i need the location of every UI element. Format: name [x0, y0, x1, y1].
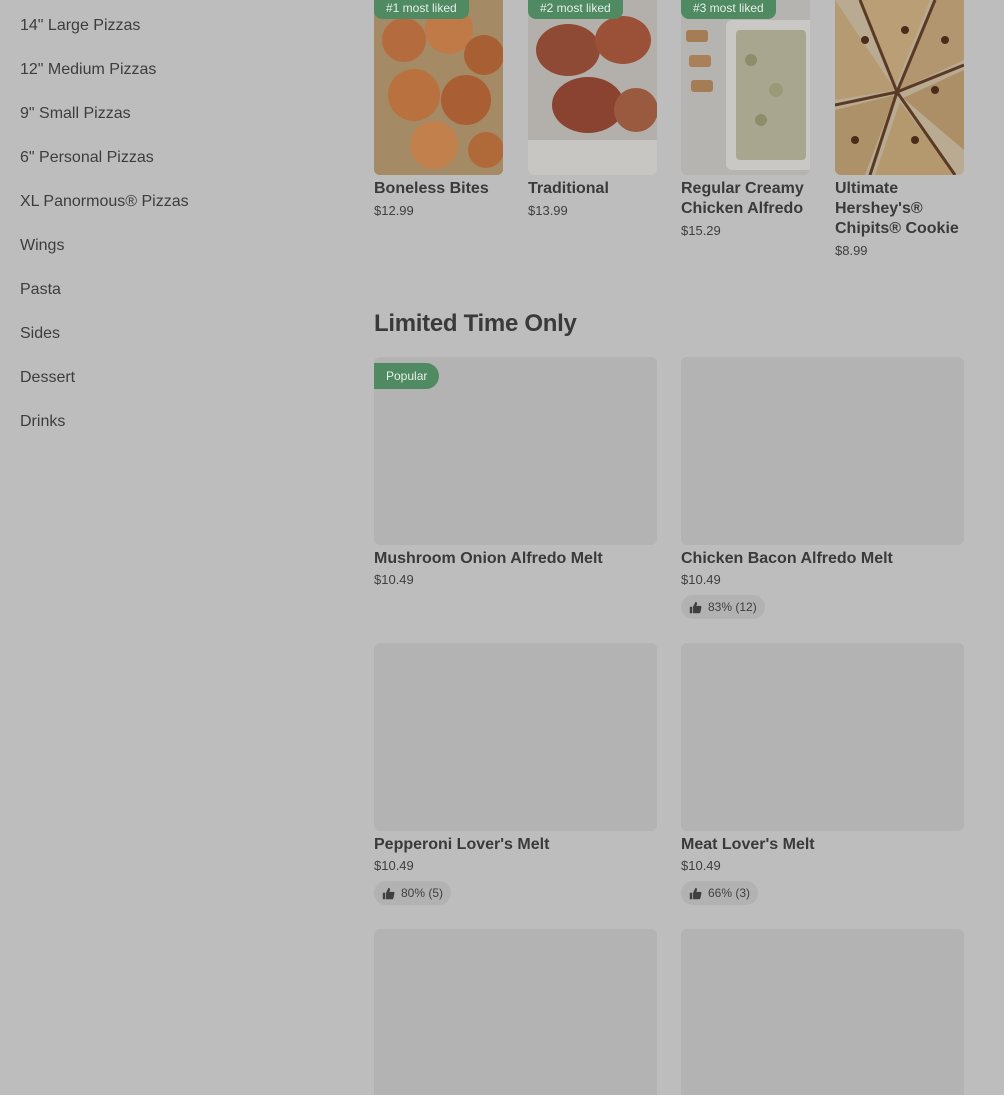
- product-card[interactable]: Popular Mushroom Onion Alfredo Melt $10.…: [374, 357, 657, 587]
- product-price: $10.49: [681, 858, 721, 873]
- sidebar-item-panormous-pizzas[interactable]: XL Panormous® Pizzas: [20, 190, 320, 234]
- product-card[interactable]: [681, 929, 964, 1095]
- most-liked-badge: #3 most liked: [681, 0, 776, 19]
- most-liked-card[interactable]: #2 most liked Traditional $13.99: [528, 0, 657, 218]
- item-name[interactable]: Boneless Bites: [374, 179, 503, 199]
- chipits-cookie-image[interactable]: [835, 0, 964, 175]
- sidebar-item-dessert[interactable]: Dessert: [20, 366, 320, 410]
- most-liked-card[interactable]: #1 most liked Boneless Bites $12.99: [374, 0, 503, 218]
- most-liked-card[interactable]: #3 most liked Regular Creamy Chicken Alf…: [681, 0, 810, 238]
- product-image[interactable]: [681, 929, 964, 1095]
- chicken-alfredo-image[interactable]: #3 most liked: [681, 0, 810, 175]
- item-price: $8.99: [835, 243, 868, 258]
- popular-badge: Popular: [374, 363, 440, 389]
- sidebar-item-large-pizzas[interactable]: 14" Large Pizzas: [20, 14, 320, 58]
- rating-badge: 66% (3): [681, 881, 759, 905]
- item-price: $15.29: [681, 223, 721, 238]
- product-name[interactable]: Pepperoni Lover's Melt: [374, 834, 657, 856]
- product-image[interactable]: [374, 643, 657, 831]
- product-card[interactable]: Meat Lover's Melt $10.49 66% (3): [681, 643, 964, 905]
- product-card[interactable]: [374, 929, 657, 1095]
- product-image[interactable]: [374, 929, 657, 1095]
- product-image[interactable]: Popular: [374, 357, 657, 545]
- traditional-wings-image[interactable]: #2 most liked: [528, 0, 657, 175]
- sidebar-item-small-pizzas[interactable]: 9" Small Pizzas: [20, 102, 320, 146]
- rating-text: 83% (12): [708, 600, 757, 614]
- item-name[interactable]: Ultimate Hershey's® Chipits® Cookie: [835, 179, 964, 239]
- thumbs-up-icon: [689, 601, 702, 614]
- thumbs-up-icon: [689, 887, 702, 900]
- product-image[interactable]: [681, 357, 964, 545]
- most-liked-card[interactable]: Ultimate Hershey's® Chipits® Cookie $8.9…: [835, 0, 964, 258]
- sidebar-item-personal-pizzas[interactable]: 6" Personal Pizzas: [20, 146, 320, 190]
- boneless-bites-image[interactable]: #1 most liked: [374, 0, 503, 175]
- item-name[interactable]: Traditional: [528, 179, 657, 199]
- sidebar-item-sides[interactable]: Sides: [20, 322, 320, 366]
- rating-text: 66% (3): [708, 886, 751, 900]
- category-sidebar: 14" Large Pizzas 12" Medium Pizzas 9" Sm…: [20, 14, 320, 454]
- product-card[interactable]: Pepperoni Lover's Melt $10.49 80% (5): [374, 643, 657, 905]
- most-liked-carousel: #1 most liked Boneless Bites $12.99 #2 m…: [374, 0, 964, 280]
- sidebar-item-wings[interactable]: Wings: [20, 234, 320, 278]
- product-name[interactable]: Mushroom Onion Alfredo Melt: [374, 548, 657, 570]
- most-liked-badge: #1 most liked: [374, 0, 469, 19]
- product-name[interactable]: Meat Lover's Melt: [681, 834, 964, 856]
- rating-text: 80% (5): [401, 886, 444, 900]
- sidebar-item-medium-pizzas[interactable]: 12" Medium Pizzas: [20, 58, 320, 102]
- item-price: $12.99: [374, 203, 414, 218]
- sidebar-item-pasta[interactable]: Pasta: [20, 278, 320, 322]
- item-price: $13.99: [528, 203, 568, 218]
- thumbs-up-icon: [382, 887, 395, 900]
- section-title-limited-time: Limited Time Only: [374, 310, 577, 337]
- product-image[interactable]: [681, 643, 964, 831]
- item-name[interactable]: Regular Creamy Chicken Alfredo: [681, 179, 810, 219]
- product-card[interactable]: Chicken Bacon Alfredo Melt $10.49 83% (1…: [681, 357, 964, 619]
- sidebar-item-drinks[interactable]: Drinks: [20, 410, 320, 454]
- rating-badge: 80% (5): [374, 881, 452, 905]
- most-liked-badge: #2 most liked: [528, 0, 623, 19]
- rating-badge: 83% (12): [681, 595, 765, 619]
- product-name[interactable]: Chicken Bacon Alfredo Melt: [681, 548, 964, 570]
- product-price: $10.49: [681, 572, 721, 587]
- product-price: $10.49: [374, 572, 414, 587]
- product-price: $10.49: [374, 858, 414, 873]
